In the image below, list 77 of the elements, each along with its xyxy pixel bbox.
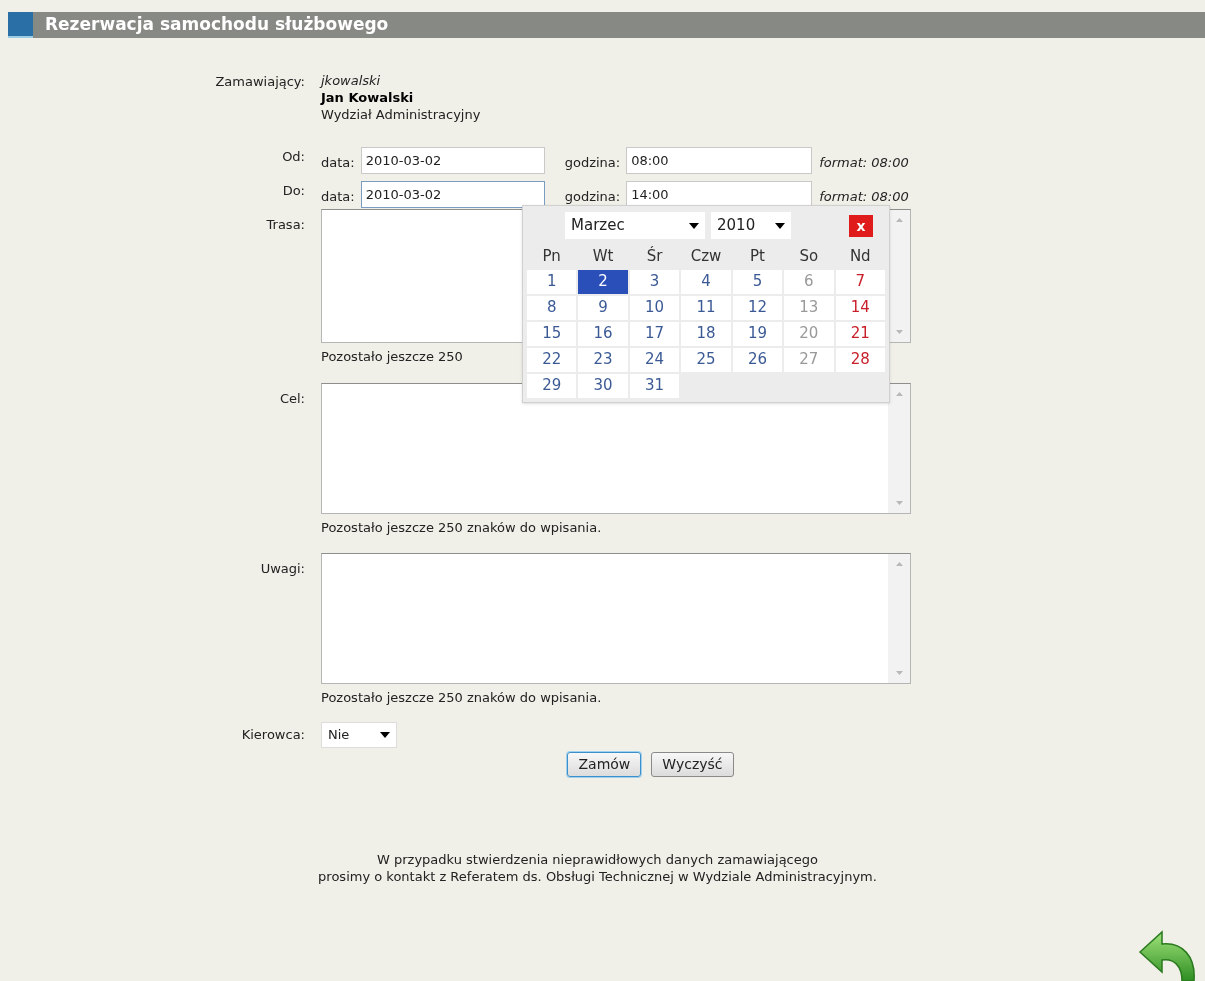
calendar-day[interactable]: 30 [578,373,628,398]
calendar-day[interactable]: 1 [527,269,577,294]
user-name: Jan Kowalski [321,89,415,106]
header-accent [8,12,33,38]
caret-icon [689,222,699,229]
caret-icon [775,222,785,229]
weekday-header: Nd [848,246,872,267]
text-area[interactable] [321,553,911,684]
caret-icon [380,731,390,738]
date-field[interactable]: 2010-03-02 [360,147,545,174]
weekday-header: Śr [645,245,664,267]
field-label: Zamawiający: [214,73,305,91]
format-hint: format: 08:00 [819,154,909,172]
calendar-day[interactable]: 29 [527,373,577,398]
scroll-up-icon[interactable] [895,562,903,566]
scroll-down-icon[interactable] [895,500,903,505]
user-login: jkowalski [321,72,382,89]
weekday-header: So [798,246,820,267]
field-label: Cel: [278,389,305,408]
calendar-day[interactable]: 18 [681,321,731,346]
field-label: Do: [281,182,305,200]
field-label: data: [321,188,355,206]
weekday-header: Wt [591,246,615,267]
calendar-day[interactable]: 26 [732,347,783,372]
field-label: godzina: [564,188,621,206]
calendar-day[interactable]: 7 [835,269,885,294]
field-label: Od: [281,148,305,166]
weekday-header: Czw [689,246,723,267]
field-label: Trasa: [265,216,305,234]
close-button[interactable]: x [849,214,873,237]
back-arrow-icon[interactable] [1138,930,1198,981]
character-counter: Pozostało jeszcze 250 [321,348,463,366]
calendar-day[interactable]: 12 [732,295,783,320]
form-button[interactable]: Wyczyść [651,751,734,777]
field-label: data: [321,154,355,172]
calendar-day[interactable]: 4 [681,269,731,294]
footer-note: W przypadku stwierdzenia nieprawidłowych danych zamawiającego [377,850,818,868]
calendar-day[interactable]: 15 [527,321,577,346]
calendar-day[interactable]: 19 [732,321,783,346]
scroll-up-icon[interactable] [895,218,903,222]
calendar-day[interactable]: 14 [835,295,885,320]
user-department: Wydział Administracyjny [321,106,481,123]
date-field[interactable]: 2010-03-02 [360,181,545,208]
field-label: Uwagi: [259,560,305,578]
calendar-day[interactable]: 25 [681,347,731,372]
calendar-day[interactable]: 10 [629,295,680,320]
field-label: godzina: [564,154,621,172]
calendar-day[interactable]: 3 [629,269,680,294]
driver-select[interactable]: Nie [321,721,397,748]
calendar-day[interactable]: 16 [578,321,628,346]
calendar-day[interactable]: 9 [578,295,628,320]
weekday-header: Pn [541,246,562,267]
form-button[interactable]: Zamów [567,751,642,777]
scroll-up-icon[interactable] [895,391,903,396]
field-label: Kierowca: [240,725,305,744]
calendar-day[interactable]: 22 [527,347,577,372]
calendar-day[interactable]: 5 [732,269,783,294]
character-counter: Pozostało jeszcze 250 znaków do wpisania. [321,689,602,707]
character-counter: Pozostało jeszcze 250 znaków do wpisania. [321,518,602,537]
weekday-header: Pt [748,246,766,267]
calendar-day[interactable]: 31 [629,373,680,398]
time-field[interactable]: 08:00 [626,147,813,174]
calendar-day[interactable]: 21 [835,321,885,346]
calendar-day[interactable]: 17 [629,321,680,346]
footer-note: prosimy o kontakt z Referatem ds. Obsługi Technicznej w Wydziale Administracyjnym. [318,867,877,885]
calendar-day[interactable]: 23 [578,347,628,372]
page-title: Rezerwacja samochodu służbowego [45,13,389,37]
month-select[interactable]: Marzec [565,212,705,239]
year-select[interactable]: 2010 [711,212,791,239]
scroll-down-icon[interactable] [895,671,903,675]
calendar-day[interactable]: 24 [629,347,680,372]
calendar-day[interactable]: 11 [681,295,731,320]
calendar-day[interactable]: 2 [578,269,628,294]
calendar-day[interactable]: 28 [835,347,885,372]
calendar-day[interactable]: 8 [527,295,577,320]
scroll-down-icon[interactable] [895,330,903,334]
format-hint: format: 08:00 [819,188,909,206]
